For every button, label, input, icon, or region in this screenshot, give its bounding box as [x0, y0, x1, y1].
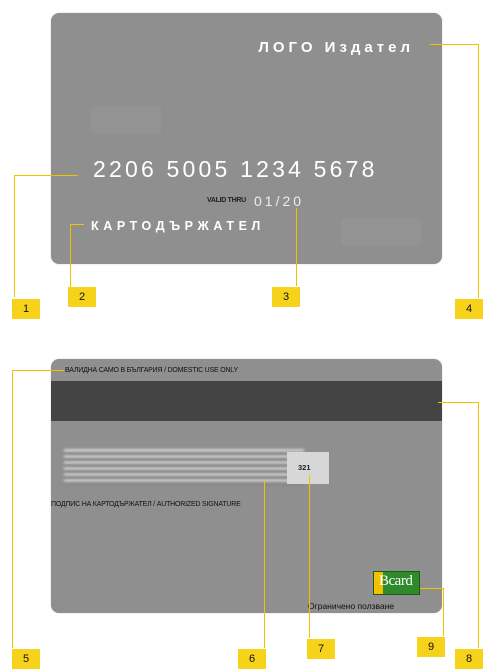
restricted-use-note: Ограничено ползване: [308, 601, 395, 611]
callout-line-4: [478, 44, 479, 298]
callout-badge-8: 8: [455, 649, 483, 669]
callout-line-2: [70, 224, 71, 287]
callout-line-9: [420, 588, 444, 589]
callout-badge-5: 5: [12, 649, 40, 669]
callout-badge-9: 9: [417, 637, 445, 657]
callout-line-1: [14, 175, 15, 297]
callout-line-7: [309, 475, 310, 638]
cvv-value: 321: [298, 463, 311, 472]
callout-line-8: [438, 402, 479, 403]
signature-caption: ПОДПИС НА КАРТОДЪРЖАТЕЛ / AUTHORIZED SIG…: [51, 501, 241, 508]
callout-badge-4: 4: [455, 299, 483, 319]
magnetic-stripe: [51, 381, 442, 421]
card-back: ВАЛИДНА САМО В БЪЛГАРИЯ / DOMESTIC USE O…: [51, 359, 442, 613]
bcard-logo-text: Bcard: [379, 573, 413, 589]
callout-line-4: [430, 44, 479, 45]
issuer-logo: ЛОГО Издател: [258, 39, 414, 56]
callout-badge-3: 3: [272, 287, 300, 307]
card-number: 2206 5005 1234 5678: [93, 156, 378, 182]
faint-emboss-mark: [341, 218, 421, 246]
valid-thru-label: VALID THRU: [207, 197, 246, 204]
valid-thru-value: 01/20: [254, 193, 305, 209]
callout-line-2: [70, 224, 84, 225]
callout-line-1: [14, 175, 78, 176]
faint-emboss-mark: [91, 105, 161, 135]
callout-badge-7: 7: [307, 639, 335, 659]
callout-badge-1: 1: [12, 299, 40, 319]
signature-strip: [64, 449, 304, 484]
callout-line-3: [296, 208, 297, 286]
bcard-logo: Bcard: [373, 571, 420, 595]
callout-badge-2: 2: [68, 287, 96, 307]
domestic-use-note: ВАЛИДНА САМО В БЪЛГАРИЯ / DOMESTIC USE O…: [65, 367, 238, 374]
callout-line-5: [12, 370, 64, 371]
callout-line-5: [12, 370, 13, 648]
callout-badge-6: 6: [238, 649, 266, 669]
callout-line-8: [478, 402, 479, 648]
callout-line-9: [443, 588, 444, 636]
callout-line-6: [264, 480, 265, 648]
card-front: ЛОГО Издател 2206 5005 1234 5678 VALID T…: [51, 13, 442, 264]
cardholder-name: КАРТОДЪРЖАТЕЛ: [91, 219, 265, 233]
